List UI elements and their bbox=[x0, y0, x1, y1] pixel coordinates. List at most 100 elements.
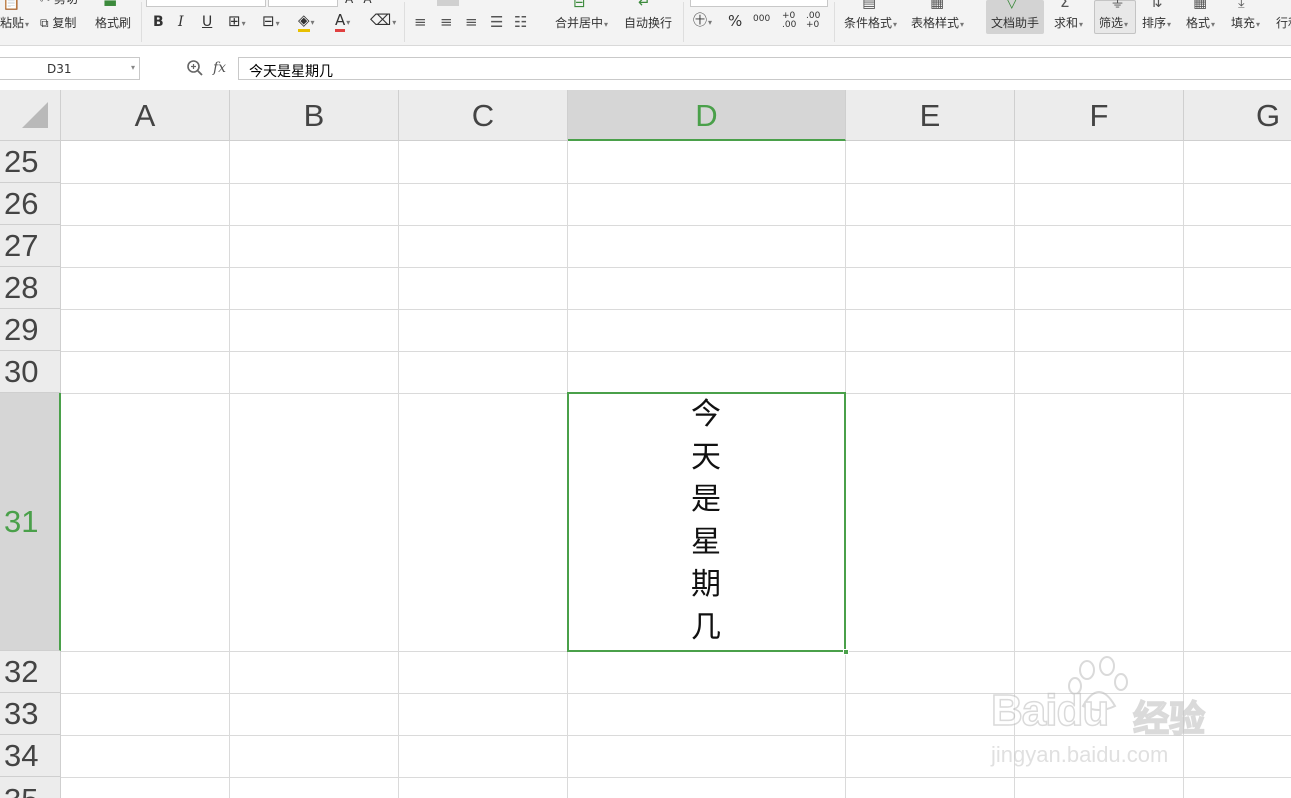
zoom-icon[interactable] bbox=[186, 59, 204, 77]
formula-input[interactable]: 今天是星期几 bbox=[238, 57, 1291, 80]
border-button[interactable]: ⊞▾ bbox=[228, 14, 246, 31]
font-color-icon: A bbox=[335, 11, 346, 32]
align-left-icon[interactable]: ≡ bbox=[414, 14, 427, 30]
gridline bbox=[398, 141, 399, 798]
justify-icon[interactable]: ☰ bbox=[490, 14, 503, 30]
row-col-label: 行和列 bbox=[1276, 16, 1291, 30]
cell-char: 是 bbox=[691, 482, 721, 517]
percent-button[interactable]: % bbox=[728, 14, 742, 29]
conditional-format-label: 条件格式 bbox=[844, 16, 893, 30]
filter-button[interactable]: ⏚ 筛选▾ bbox=[1094, 0, 1136, 34]
number-format-select[interactable] bbox=[690, 0, 828, 7]
format-icon: ▦ bbox=[1193, 0, 1208, 11]
column-header-b[interactable]: B bbox=[230, 90, 399, 141]
auto-wrap-button[interactable]: 自动换行 bbox=[624, 16, 672, 30]
row-header-35[interactable]: 35 bbox=[0, 777, 61, 798]
fx-icon[interactable]: fx bbox=[213, 60, 226, 76]
fill-bucket-icon: ◈ bbox=[298, 11, 310, 32]
format-painter-icon: ▬ bbox=[103, 0, 118, 11]
format-painter-button[interactable]: 格式刷 bbox=[95, 16, 131, 30]
column-header-f[interactable]: F bbox=[1015, 90, 1184, 141]
formula-bar: D31 ▾ fx 今天是星期几 bbox=[0, 47, 1291, 90]
paste-label: 粘贴 bbox=[0, 16, 25, 30]
paste-button[interactable]: 粘贴▾ bbox=[0, 16, 29, 32]
table-style-label: 表格样式 bbox=[911, 16, 960, 30]
font-family-select[interactable] bbox=[146, 0, 266, 7]
align-center-icon[interactable]: ≡ bbox=[440, 14, 453, 30]
format-button[interactable]: 格式▾ bbox=[1186, 16, 1215, 32]
column-header-a[interactable]: A bbox=[61, 90, 230, 141]
separator bbox=[141, 2, 142, 42]
decrease-decimal-button[interactable]: .00 +0 bbox=[806, 12, 822, 30]
eraser-icon: ⌫ bbox=[370, 11, 392, 29]
bold-label: B bbox=[153, 14, 164, 30]
cut-button[interactable]: ✂ 剪切 bbox=[40, 0, 78, 6]
currency-icon: ㊉ bbox=[693, 13, 707, 29]
gridline bbox=[61, 777, 1291, 778]
merge-center-button[interactable]: 合并居中▾ bbox=[555, 16, 608, 32]
auto-wrap-label: 自动换行 bbox=[624, 16, 673, 30]
currency-button[interactable]: ㊉▾ bbox=[693, 14, 712, 30]
cell-char: 期 bbox=[691, 567, 721, 602]
top-align-icon[interactable] bbox=[437, 0, 459, 6]
format-label: 格式 bbox=[1186, 16, 1211, 30]
filter-label-text: 筛选 bbox=[1099, 16, 1124, 30]
select-all-triangle-icon bbox=[22, 102, 48, 128]
format-painter-label: 格式刷 bbox=[95, 16, 132, 30]
italic-label: I bbox=[178, 14, 184, 30]
fill-label: 填充 bbox=[1231, 16, 1256, 30]
row-col-button[interactable]: 行和列 bbox=[1276, 16, 1291, 30]
gridline bbox=[61, 267, 1291, 268]
fill-button[interactable]: 填充▾ bbox=[1231, 16, 1260, 32]
align-right-icon[interactable]: ≡ bbox=[465, 14, 478, 30]
row-header-33[interactable]: 33 bbox=[0, 693, 61, 735]
conditional-format-button[interactable]: 条件格式▾ bbox=[844, 16, 897, 32]
table-style-button[interactable]: 表格样式▾ bbox=[911, 16, 964, 32]
column-header-g[interactable]: G bbox=[1184, 90, 1291, 141]
bold-button[interactable]: B bbox=[153, 15, 164, 29]
sum-button[interactable]: 求和▾ bbox=[1054, 16, 1083, 32]
paste-icon: 📋 bbox=[2, 0, 21, 11]
cut-icon: ✂ bbox=[40, 0, 50, 6]
watermark-brand: Baidu bbox=[990, 685, 1110, 736]
font-color-button[interactable]: A▾ bbox=[335, 11, 350, 32]
watermark-url: jingyan.baidu.com bbox=[991, 742, 1169, 767]
cut-label: 剪切 bbox=[54, 0, 78, 6]
sort-button[interactable]: 排序▾ bbox=[1142, 16, 1171, 32]
select-all-button[interactable] bbox=[0, 90, 61, 141]
chevron-down-icon[interactable]: ▾ bbox=[131, 63, 135, 72]
font-size-increase-icon[interactable]: A⁺ A⁻ bbox=[345, 0, 378, 6]
row-header-25[interactable]: 25 bbox=[0, 141, 61, 183]
row-header-28[interactable]: 28 bbox=[0, 267, 61, 309]
row-header-26[interactable]: 26 bbox=[0, 183, 61, 225]
font-size-select[interactable] bbox=[268, 0, 338, 7]
underline-button[interactable]: U bbox=[202, 15, 212, 29]
filter-icon: ⏚ bbox=[1110, 0, 1126, 11]
fill-color-button[interactable]: ◈▾ bbox=[298, 11, 315, 32]
sum-icon: Σ bbox=[1060, 0, 1070, 11]
row-header-27[interactable]: 27 bbox=[0, 225, 61, 267]
separator bbox=[404, 2, 405, 42]
sum-label: 求和 bbox=[1054, 16, 1079, 30]
italic-button[interactable]: I bbox=[178, 15, 184, 29]
fill-handle[interactable] bbox=[843, 649, 849, 655]
distributed-icon[interactable]: ☷ bbox=[514, 14, 527, 30]
thousands-button[interactable]: 000 bbox=[753, 12, 770, 26]
column-header-c[interactable]: C bbox=[399, 90, 568, 141]
row-header-31[interactable]: 31 bbox=[0, 393, 61, 651]
gridline bbox=[61, 309, 1291, 310]
row-header-30[interactable]: 30 bbox=[0, 351, 61, 393]
name-box[interactable]: D31 ▾ bbox=[0, 57, 140, 80]
clear-button[interactable]: ⌫▾ bbox=[370, 13, 396, 30]
copy-button[interactable]: ⧉ 复制 bbox=[40, 16, 76, 30]
doc-helper-button[interactable]: ▽ 文档助手 bbox=[986, 0, 1044, 34]
column-header-e[interactable]: E bbox=[846, 90, 1015, 141]
row-header-34[interactable]: 34 bbox=[0, 735, 61, 777]
copy-icon: ⧉ bbox=[40, 16, 49, 30]
row-header-29[interactable]: 29 bbox=[0, 309, 61, 351]
cell-style-button[interactable]: ⊟▾ bbox=[262, 14, 280, 31]
row-header-32[interactable]: 32 bbox=[0, 651, 61, 693]
separator bbox=[834, 2, 835, 42]
column-header-d[interactable]: D bbox=[568, 90, 846, 141]
increase-decimal-button[interactable]: +0 .00 bbox=[782, 12, 798, 30]
